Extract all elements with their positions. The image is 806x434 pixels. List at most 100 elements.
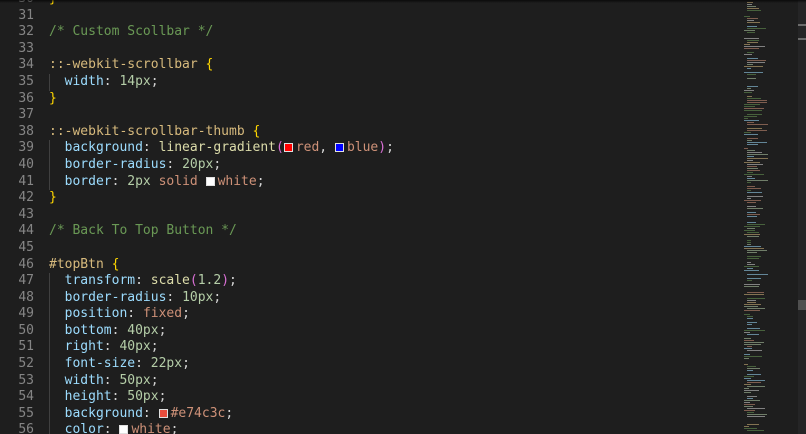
- code-token: 2px: [127, 173, 151, 189]
- code-line[interactable]: 35 width: 14px;: [0, 73, 740, 91]
- code-line[interactable]: 48 border-radius: 10px;: [0, 289, 740, 307]
- minimap-line: [747, 316, 753, 317]
- line-number: 39: [18, 140, 34, 156]
- color-swatch-icon[interactable]: [205, 176, 215, 186]
- minimap-line: [747, 430, 764, 431]
- minimap-line: [744, 174, 764, 175]
- minimap-line: [744, 406, 753, 407]
- minimap-line: [744, 428, 757, 429]
- code-token: 20px: [182, 156, 214, 172]
- code-line[interactable]: 31: [0, 8, 740, 25]
- code-token: background: [49, 405, 143, 421]
- line-code: #topBtn {: [49, 257, 119, 274]
- minimap-line: [744, 148, 748, 149]
- code-editor[interactable]: 30}3132/* Custom Scollbar */3334::-webki…: [0, 0, 806, 434]
- line-number: 38: [18, 123, 34, 139]
- color-swatch-icon[interactable]: [119, 425, 129, 434]
- minimap-line: [747, 28, 766, 29]
- scrollbar-thumb[interactable]: [798, 300, 806, 310]
- line-number: 42: [18, 190, 34, 206]
- line-code: }: [49, 91, 57, 108]
- minimap-line: [747, 4, 752, 5]
- code-line[interactable]: 56 color: white;: [0, 422, 740, 434]
- code-line[interactable]: 39 background: linear-gradient(red, blue…: [0, 140, 740, 157]
- line-code: color: white;: [49, 422, 178, 434]
- code-token: 40px: [127, 322, 159, 338]
- minimap-line: [747, 242, 751, 243]
- code-token: ;: [213, 156, 222, 172]
- code-line[interactable]: 47 transform: scale(1.2);: [0, 273, 740, 290]
- vertical-scrollbar[interactable]: [798, 0, 806, 434]
- color-swatch-icon[interactable]: [158, 408, 168, 418]
- code-token: fixed: [142, 306, 183, 322]
- line-number: 45: [18, 239, 34, 255]
- scrollbar-marker: [798, 24, 806, 26]
- scrollbar-marker: [798, 38, 806, 40]
- code-line[interactable]: 51 right: 40px;: [0, 339, 740, 357]
- code-token: border-radius: [49, 156, 167, 172]
- code-token: bottom: [49, 322, 112, 338]
- code-token: ): [378, 140, 387, 156]
- minimap-line: [744, 226, 760, 227]
- line-number: 43: [18, 206, 34, 222]
- code-line[interactable]: 52 font-size: 22px;: [0, 356, 740, 373]
- minimap-line: [744, 134, 758, 135]
- minimap-line: [747, 408, 765, 409]
- minimap-line: [747, 64, 753, 65]
- code-line[interactable]: 46 #topBtn {: [0, 257, 740, 274]
- code-line[interactable]: 33: [0, 41, 740, 58]
- code-token: 10px: [182, 289, 214, 305]
- code-line[interactable]: 43: [0, 207, 740, 224]
- code-line[interactable]: 32 /* Custom Scollbar */: [0, 24, 740, 41]
- line-number: 48: [18, 289, 34, 305]
- minimap-line: [747, 138, 758, 139]
- minimap-line: [747, 228, 755, 229]
- minimap-line: [744, 410, 755, 411]
- code-line[interactable]: 53 width: 50px;: [0, 372, 740, 390]
- code-line[interactable]: 42}: [0, 190, 740, 207]
- code-line[interactable]: 55 background: #e74c3c;: [0, 405, 740, 423]
- minimap-line: [744, 384, 751, 385]
- minimap[interactable]: [742, 0, 798, 434]
- minimap-line: [747, 18, 758, 19]
- code-token: #e74c3c: [170, 405, 226, 421]
- minimap-line: [744, 294, 764, 295]
- minimap-line: [744, 116, 757, 117]
- code-line[interactable]: 54 height: 50px;: [0, 389, 740, 406]
- code-token: /* Custom Scollbar */: [49, 24, 214, 40]
- color-swatch-icon[interactable]: [283, 143, 293, 153]
- code-line[interactable]: 34::-webkit-scrollbar {: [0, 57, 740, 74]
- code-line[interactable]: 36}: [0, 91, 740, 108]
- code-token: width: [49, 73, 104, 89]
- code-lines[interactable]: 30}3132/* Custom Scollbar */3334::-webki…: [0, 0, 740, 434]
- minimap-line: [747, 350, 762, 351]
- minimap-line: [747, 416, 765, 417]
- code-line[interactable]: 45: [0, 240, 740, 257]
- minimap-line: [744, 402, 750, 403]
- line-number: 55: [18, 405, 34, 421]
- code-line[interactable]: 50 bottom: 40px;: [0, 322, 740, 340]
- minimap-line: [744, 66, 763, 67]
- code-line[interactable]: 38::-webkit-scrollbar-thumb {: [0, 124, 740, 141]
- minimap-line: [747, 22, 760, 23]
- code-line[interactable]: 40 border-radius: 20px;: [0, 156, 740, 174]
- minimap-line: [744, 348, 752, 349]
- minimap-line: [747, 380, 765, 381]
- line-number: 33: [18, 40, 34, 56]
- code-line[interactable]: 44 /* Back To Top Button */: [0, 223, 740, 240]
- minimap-line: [747, 324, 752, 325]
- line-code: right: 40px;: [49, 339, 159, 356]
- minimap-line: [744, 284, 760, 285]
- code-token: :: [111, 389, 128, 405]
- color-swatch-icon[interactable]: [334, 143, 344, 153]
- minimap-line: [747, 166, 757, 167]
- minimap-line: [744, 314, 750, 315]
- line-code: width: 50px;: [49, 373, 159, 390]
- line-number: 41: [18, 173, 34, 189]
- code-line[interactable]: 37: [0, 107, 740, 124]
- minimap-line: [747, 58, 758, 59]
- code-line[interactable]: 41 border: 2px solid white;: [0, 173, 740, 191]
- code-token: ;: [213, 289, 222, 305]
- minimap-line: [744, 332, 750, 333]
- code-line[interactable]: 49 position: fixed;: [0, 306, 740, 323]
